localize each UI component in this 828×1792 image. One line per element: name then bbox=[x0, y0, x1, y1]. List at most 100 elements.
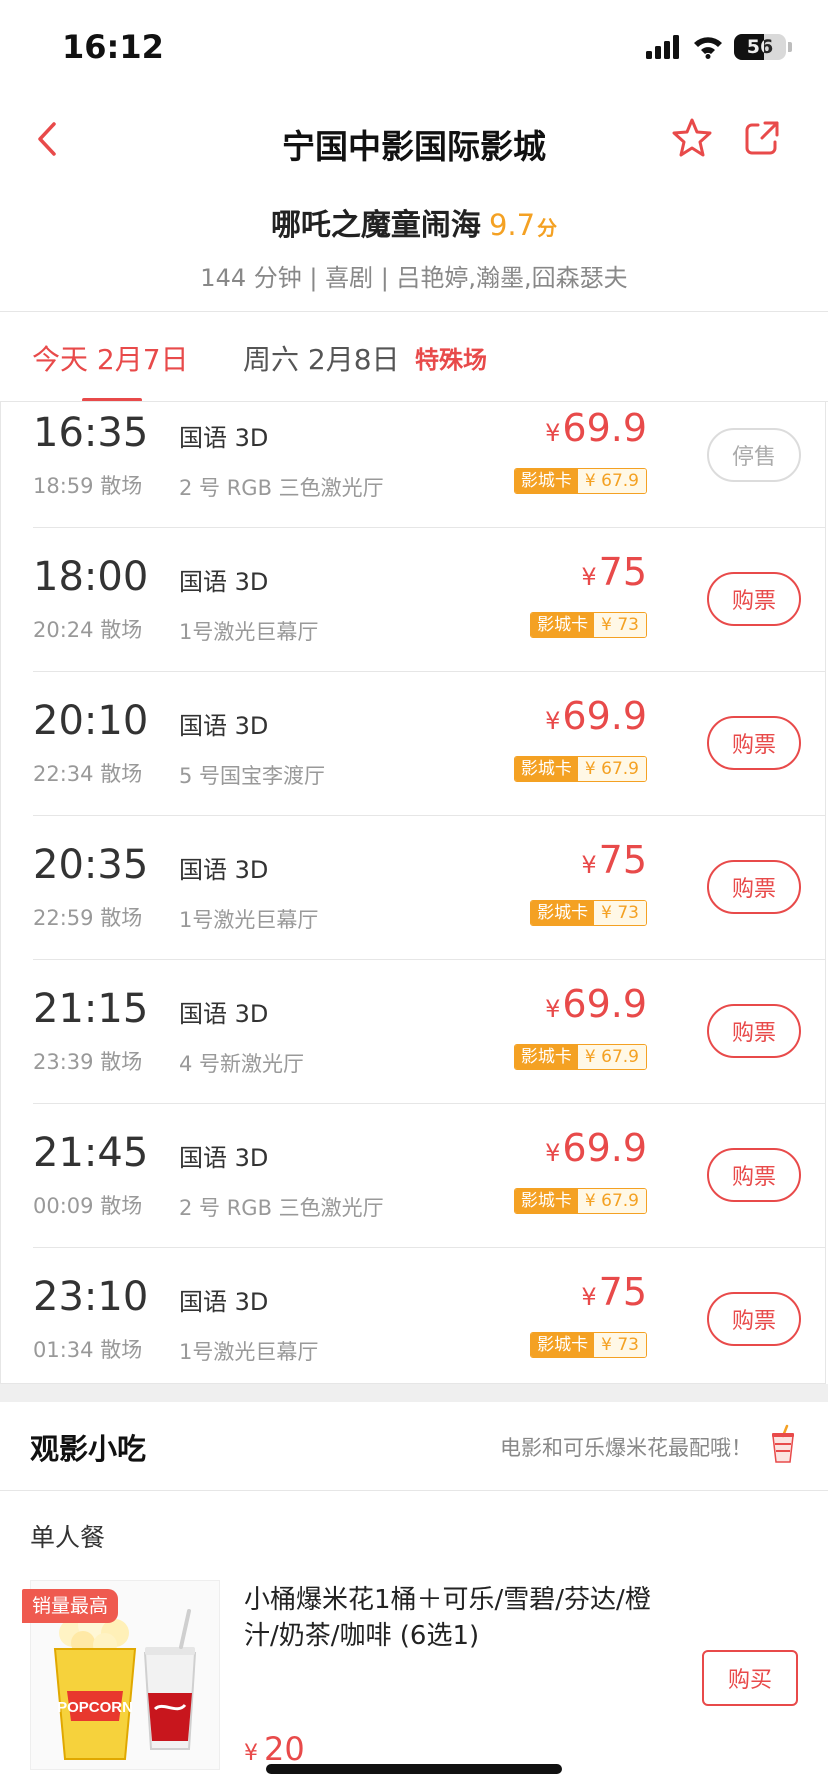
price-value: 69.9 bbox=[562, 694, 647, 738]
language-format: 国语 3D bbox=[179, 1144, 269, 1172]
card-label: 影城卡 bbox=[514, 1045, 578, 1069]
status-bar: 16:12 56 bbox=[0, 0, 828, 100]
snack-price-value: 20 bbox=[264, 1730, 305, 1768]
share-button[interactable] bbox=[740, 116, 786, 162]
card-price: ¥ 73 bbox=[594, 901, 646, 925]
tab-today[interactable]: 今天 2月7日 bbox=[32, 338, 189, 378]
language-format: 国语 3D bbox=[179, 856, 269, 884]
member-card-price: 影城卡 ¥ 67.9 bbox=[513, 468, 647, 494]
buy-ticket-button[interactable]: 购票 bbox=[707, 572, 801, 626]
snack-buy-button[interactable]: 购买 bbox=[702, 1650, 798, 1706]
snack-section-title: 观影小吃 bbox=[30, 1432, 147, 1466]
snack-section-header: 观影小吃 电影和可乐爆米花最配哦！ bbox=[0, 1402, 828, 1490]
hall-name: 2 号 RGB 三色激光厅 bbox=[179, 476, 384, 500]
buy-ticket-button[interactable]: 购票 bbox=[707, 1292, 801, 1346]
card-label: 影城卡 bbox=[514, 469, 578, 493]
end-time: 18:59 散场 bbox=[33, 474, 143, 498]
member-card-price: 影城卡 ¥ 73 bbox=[530, 1332, 647, 1358]
showtime-row: 20:10 22:34 散场 国语 3D 5 号国宝李渡厅 ¥69.9 影城卡 ¥… bbox=[1, 672, 825, 816]
ticket-price: ¥69.9 bbox=[545, 1126, 647, 1170]
showtime-row: 23:10 01:34 散场 国语 3D 1号激光巨幕厅 ¥75 影城卡 ¥ 73… bbox=[1, 1248, 825, 1383]
start-time: 16:35 bbox=[33, 410, 149, 456]
showtime-list: 16:35 18:59 散场 国语 3D 2 号 RGB 三色激光厅 ¥69.9… bbox=[0, 402, 826, 1384]
end-time: 01:34 散场 bbox=[33, 1338, 143, 1362]
status-time: 16:12 bbox=[62, 28, 164, 66]
section-spacer bbox=[0, 1384, 828, 1402]
snack-slogan: 电影和可乐爆米花最配哦！ bbox=[500, 1436, 752, 1460]
hall-name: 4 号新激光厅 bbox=[179, 1052, 305, 1076]
wifi-icon bbox=[694, 37, 722, 59]
popcorn-label: POPCORN bbox=[57, 1699, 133, 1716]
showtime-row: 21:15 23:39 散场 国语 3D 4 号新激光厅 ¥69.9 影城卡 ¥ … bbox=[1, 960, 825, 1104]
buy-ticket-button[interactable]: 购票 bbox=[707, 1004, 801, 1058]
end-time: 22:34 散场 bbox=[33, 762, 143, 786]
share-icon bbox=[745, 121, 779, 155]
best-seller-badge: 销量最高 bbox=[22, 1589, 119, 1623]
member-card-price: 影城卡 ¥ 67.9 bbox=[513, 1044, 647, 1070]
status-icons: 56 bbox=[646, 34, 792, 60]
end-time: 00:09 散场 bbox=[33, 1194, 143, 1218]
tab-saturday[interactable]: 周六 2月8日 bbox=[243, 338, 400, 378]
date-tabs: 今天 2月7日 周六 2月8日 特殊场 bbox=[0, 312, 828, 402]
member-card-price: 影城卡 ¥ 73 bbox=[530, 612, 647, 638]
hall-name: 1号激光巨幕厅 bbox=[179, 1340, 319, 1364]
showtime-row: 18:00 20:24 散场 国语 3D 1号激光巨幕厅 ¥75 影城卡 ¥ 73… bbox=[1, 528, 825, 672]
end-time: 20:24 散场 bbox=[33, 618, 143, 642]
home-indicator[interactable] bbox=[266, 1764, 562, 1774]
currency-symbol: ¥ bbox=[581, 563, 597, 591]
ticket-price: ¥69.9 bbox=[545, 694, 647, 738]
showtime-row: 16:35 18:59 散场 国语 3D 2 号 RGB 三色激光厅 ¥69.9… bbox=[1, 402, 825, 528]
currency-symbol: ¥ bbox=[545, 707, 561, 735]
buy-ticket-button[interactable]: 购票 bbox=[707, 716, 801, 770]
language-format: 国语 3D bbox=[179, 1288, 269, 1316]
card-price: ¥ 67.9 bbox=[577, 757, 646, 781]
language-format: 国语 3D bbox=[179, 712, 269, 740]
end-time: 22:59 散场 bbox=[33, 906, 143, 930]
star-icon bbox=[672, 118, 712, 157]
snack-price: ¥20 bbox=[244, 1730, 305, 1768]
movie-info: 哪吒之魔童闹海 9.7 分 144 分钟 | 喜剧 | 吕艳婷,瀚墨,囧森瑟夫 bbox=[0, 200, 828, 293]
currency-symbol: ¥ bbox=[545, 419, 561, 447]
member-card-price: 影城卡 ¥ 73 bbox=[530, 900, 647, 926]
currency-symbol: ¥ bbox=[545, 1139, 561, 1167]
card-price: ¥ 67.9 bbox=[577, 1045, 646, 1069]
start-time: 20:10 bbox=[33, 698, 149, 744]
start-time: 18:00 bbox=[33, 554, 149, 600]
language-format: 国语 3D bbox=[179, 424, 269, 452]
battery-level: 56 bbox=[746, 36, 774, 58]
showtime-row: 21:45 00:09 散场 国语 3D 2 号 RGB 三色激光厅 ¥69.9… bbox=[1, 1104, 825, 1248]
movie-title-line: 哪吒之魔童闹海 9.7 分 bbox=[0, 200, 828, 244]
hall-name: 2 号 RGB 三色激光厅 bbox=[179, 1196, 384, 1220]
battery-icon: 56 bbox=[734, 34, 786, 60]
member-card-price: 影城卡 ¥ 67.9 bbox=[513, 756, 647, 782]
card-price: ¥ 73 bbox=[594, 1333, 646, 1357]
header: 宁国中影国际影城 bbox=[0, 100, 828, 180]
card-label: 影城卡 bbox=[531, 901, 595, 925]
price-value: 75 bbox=[598, 1270, 647, 1314]
language-format: 国语 3D bbox=[179, 1000, 269, 1028]
start-time: 21:45 bbox=[33, 1130, 149, 1176]
ticket-price: ¥75 bbox=[581, 550, 647, 594]
buy-ticket-button[interactable]: 购票 bbox=[707, 1148, 801, 1202]
card-label: 影城卡 bbox=[514, 757, 578, 781]
start-time: 20:35 bbox=[33, 842, 149, 888]
favorite-button[interactable] bbox=[670, 116, 716, 162]
movie-score: 9.7 bbox=[488, 208, 536, 242]
card-label: 影城卡 bbox=[514, 1189, 578, 1213]
currency-symbol: ¥ bbox=[545, 995, 561, 1023]
price-value: 75 bbox=[598, 550, 647, 594]
snack-product-name[interactable]: 小桶爆米花1桶＋可乐/雪碧/芬达/橙汁/奶茶/咖啡 (6选1) bbox=[244, 1582, 674, 1654]
set-meal-label: 单人餐 bbox=[30, 1523, 106, 1552]
score-unit: 分 bbox=[537, 216, 558, 240]
card-price: ¥ 73 bbox=[594, 613, 646, 637]
buy-ticket-button[interactable]: 购票 bbox=[707, 860, 801, 914]
ticket-price: ¥75 bbox=[581, 838, 647, 882]
card-price: ¥ 67.9 bbox=[577, 469, 646, 493]
price-value: 69.9 bbox=[562, 1126, 647, 1170]
drink-cup-icon bbox=[772, 1424, 794, 1463]
currency-symbol: ¥ bbox=[581, 851, 597, 879]
card-label: 影城卡 bbox=[531, 613, 595, 637]
currency-symbol: ¥ bbox=[244, 1741, 258, 1766]
special-screening-label: 特殊场 bbox=[415, 346, 487, 374]
battery-cap bbox=[788, 42, 792, 52]
